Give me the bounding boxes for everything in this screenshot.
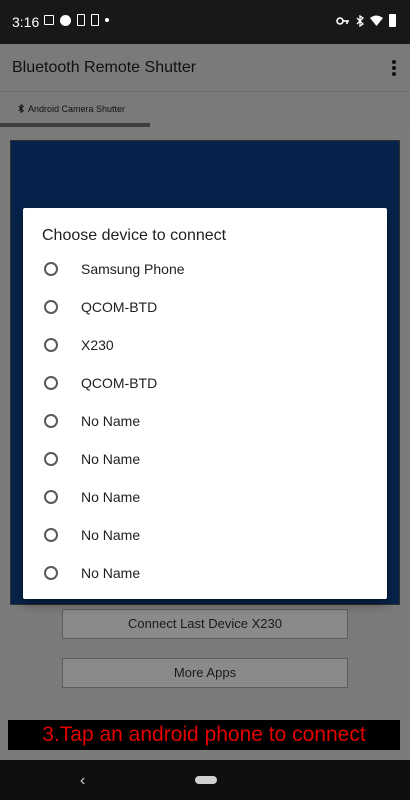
shield-icon	[60, 14, 71, 26]
bluetooth-icon	[18, 104, 24, 113]
key-icon	[336, 16, 349, 25]
tab-indicator	[0, 123, 150, 127]
overflow-menu-icon[interactable]	[392, 60, 396, 76]
back-icon[interactable]: ‹	[80, 772, 85, 790]
device-option[interactable]: No Name	[23, 554, 387, 592]
status-right-icons	[336, 14, 396, 27]
radio-button-icon[interactable]	[44, 566, 58, 580]
device-option[interactable]: X230	[23, 326, 387, 364]
radio-button-icon[interactable]	[44, 376, 58, 390]
status-left-icons	[44, 14, 109, 26]
document-icon	[91, 14, 99, 26]
app-title: Bluetooth Remote Shutter	[12, 59, 197, 76]
device-option[interactable]: QCOM-BTD	[23, 364, 387, 402]
sim-icon	[77, 14, 85, 26]
dialog-title: Choose device to connect	[42, 227, 227, 244]
wifi-icon	[370, 15, 383, 26]
device-label: QCOM-BTD	[81, 299, 158, 315]
home-handle-icon[interactable]	[195, 776, 217, 784]
device-option[interactable]: Samsung Phone	[23, 250, 387, 288]
device-label: No Name	[81, 565, 141, 581]
status-time: 3:16	[12, 14, 40, 30]
device-label: QCOM-BTD	[81, 375, 158, 391]
device-label: Samsung Phone	[81, 261, 185, 277]
tab-android-camera-shutter[interactable]: Android Camera Shutter	[18, 104, 125, 114]
device-label: No Name	[81, 489, 141, 505]
device-label: No Name	[81, 527, 141, 543]
image-icon	[44, 15, 54, 25]
radio-button-icon[interactable]	[44, 452, 58, 466]
device-option[interactable]: No Name	[23, 440, 387, 478]
radio-button-icon[interactable]	[44, 414, 58, 428]
more-apps-button[interactable]: More Apps	[62, 658, 348, 688]
device-label: X230	[81, 337, 114, 353]
battery-icon	[389, 14, 396, 27]
choose-device-dialog: Choose device to connect Samsung Phone Q…	[23, 208, 387, 599]
device-label: No Name	[81, 413, 141, 429]
radio-button-icon[interactable]	[44, 300, 58, 314]
radio-button-icon[interactable]	[44, 528, 58, 542]
device-option[interactable]: QCOM-BTD	[23, 288, 387, 326]
radio-button-icon[interactable]	[44, 262, 58, 276]
instruction-banner: 3.Tap an android phone to connect	[8, 720, 400, 750]
tab-label: Android Camera Shutter	[28, 104, 126, 114]
device-option[interactable]: No Name	[23, 516, 387, 554]
radio-button-icon[interactable]	[44, 490, 58, 504]
device-option[interactable]: No Name	[23, 478, 387, 516]
radio-button-icon[interactable]	[44, 338, 58, 352]
dot-icon	[105, 18, 109, 22]
bluetooth-icon	[356, 14, 364, 27]
device-list: Samsung Phone QCOM-BTD X230 QCOM-BTD No …	[23, 250, 387, 592]
app-bar: Bluetooth Remote Shutter	[0, 44, 410, 92]
status-bar: 3:16	[0, 0, 410, 44]
device-option[interactable]: No Name	[23, 402, 387, 440]
device-label: No Name	[81, 451, 141, 467]
connect-last-device-button[interactable]: Connect Last Device X230	[62, 609, 348, 639]
